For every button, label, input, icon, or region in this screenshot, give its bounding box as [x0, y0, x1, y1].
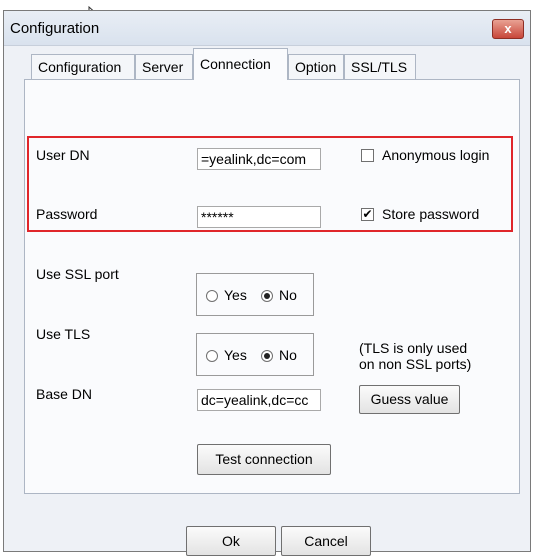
tls-no-radio[interactable]	[261, 350, 273, 362]
use-tls-label: Use TLS	[36, 326, 91, 342]
ssl-radio-group: Yes No	[196, 273, 314, 316]
cancel-button[interactable]: Cancel	[281, 526, 371, 556]
password-field[interactable]: ******	[197, 206, 321, 228]
ssl-yes-label: Yes	[224, 287, 247, 303]
tls-yes-label: Yes	[224, 347, 247, 363]
title-bar: Configuration x	[4, 11, 530, 46]
tab-connection[interactable]: Connection	[193, 48, 288, 80]
base-dn-label: Base DN	[36, 386, 93, 402]
tls-yes-radio[interactable]	[206, 350, 218, 362]
user-dn-label: User DN	[36, 147, 90, 163]
ssl-no-radio[interactable]	[261, 290, 273, 302]
radio-selected-dot	[264, 293, 270, 299]
user-dn-field[interactable]: =yealink,dc=com	[197, 148, 321, 170]
guess-value-button[interactable]: Guess value	[359, 385, 460, 414]
password-label: Password	[36, 206, 98, 222]
tab-ssl-tls[interactable]: SSL/TLS	[344, 54, 416, 79]
ok-button[interactable]: Ok	[186, 526, 276, 556]
tls-radio-group: Yes No	[196, 333, 314, 376]
store-password-label: Store password	[382, 206, 480, 222]
radio-selected-dot	[264, 353, 270, 359]
tab-option[interactable]: Option	[288, 54, 344, 79]
anonymous-login-checkbox[interactable]	[361, 149, 374, 162]
anonymous-login-label: Anonymous login	[382, 147, 490, 163]
close-button[interactable]: x	[492, 19, 524, 39]
tab-server[interactable]: Server	[135, 54, 193, 79]
test-connection-button[interactable]: Test connection	[197, 444, 331, 475]
window-title: Configuration	[10, 20, 100, 37]
use-ssl-port-label: Use SSL port	[36, 266, 119, 282]
ssl-no-label: No	[279, 287, 297, 303]
tls-note-line2: on non SSL ports)	[359, 356, 472, 372]
store-password-checkbox[interactable]: ✔	[361, 208, 374, 221]
tls-note-line1: (TLS is only used	[359, 340, 468, 356]
tab-configuration[interactable]: Configuration	[31, 54, 135, 79]
tls-no-label: No	[279, 347, 297, 363]
base-dn-field[interactable]: dc=yealink,dc=cc	[197, 389, 321, 411]
ssl-yes-radio[interactable]	[206, 290, 218, 302]
